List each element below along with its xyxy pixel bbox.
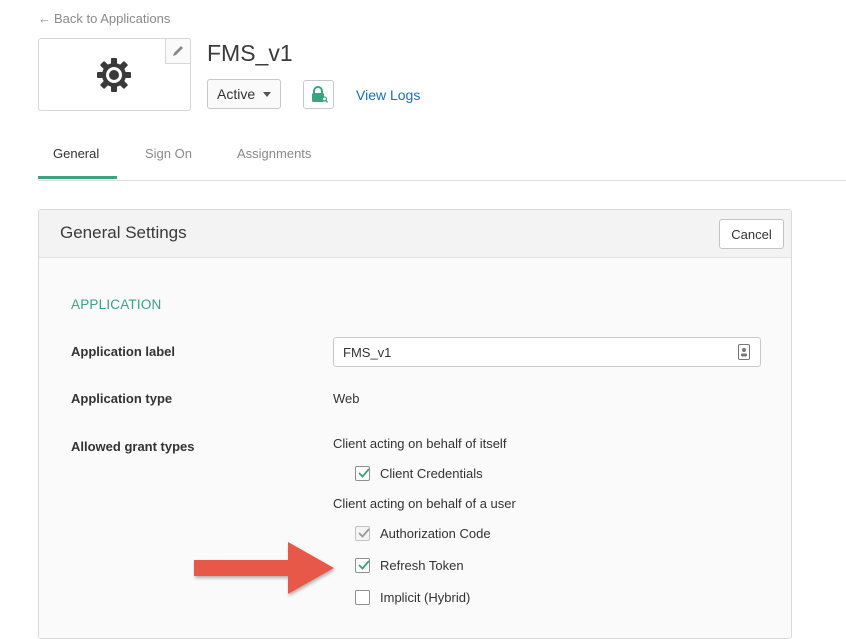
contact-card-icon (738, 344, 750, 360)
grant-option-authorization-code: Authorization Code (355, 526, 491, 541)
checkbox-authorization-code (355, 526, 370, 541)
back-link-label: Back to Applications (54, 11, 171, 26)
panel-header: General Settings Cancel (39, 210, 791, 258)
view-logs-link[interactable]: View Logs (356, 87, 420, 103)
grant-option-label: Client Credentials (380, 466, 483, 481)
application-label-input[interactable]: FMS_v1 (333, 337, 761, 367)
edit-logo-button[interactable] (165, 38, 191, 64)
grant-option-refresh-token[interactable]: Refresh Token (355, 558, 464, 573)
status-value: Active (217, 86, 256, 102)
application-type-value: Web (333, 391, 360, 406)
active-tab-indicator (38, 176, 117, 179)
tab-assignments[interactable]: Assignments (237, 146, 311, 161)
grant-option-client-credentials[interactable]: Client Credentials (355, 466, 483, 481)
grant-group-label-itself: Client acting on behalf of itself (333, 436, 507, 451)
checkbox-client-credentials[interactable] (355, 466, 370, 481)
tab-sign-on[interactable]: Sign On (145, 146, 192, 161)
checkbox-refresh-token[interactable] (355, 558, 370, 573)
push-groups-button[interactable] (303, 80, 334, 109)
panel-title: General Settings (60, 223, 187, 242)
back-arrow-icon: ← (38, 11, 51, 26)
tab-bar: General Sign On Assignments (38, 138, 846, 181)
grant-option-label: Refresh Token (380, 558, 464, 573)
checkmark-icon (358, 560, 370, 570)
pencil-icon (173, 46, 183, 56)
grant-option-label: Implicit (Hybrid) (380, 590, 471, 605)
app-name: FMS_v1 (207, 40, 293, 66)
application-type-label: Application type (71, 391, 173, 406)
application-label-value: FMS_v1 (343, 344, 392, 360)
cancel-button[interactable]: Cancel (719, 219, 784, 249)
checkmark-icon (358, 528, 370, 538)
checkbox-implicit-hybrid[interactable] (355, 590, 370, 605)
chevron-down-icon (263, 92, 271, 97)
application-label-label: Application label (71, 344, 176, 359)
general-settings-panel: General Settings Cancel APPLICATION Appl… (38, 209, 792, 639)
allowed-grant-types-label: Allowed grant types (71, 439, 195, 454)
back-to-applications-link[interactable]: ← Back to Applications (38, 11, 170, 26)
grant-group-label-user: Client acting on behalf of a user (333, 496, 516, 511)
checkmark-icon (358, 468, 370, 478)
status-dropdown[interactable]: Active (207, 79, 281, 109)
app-logo (38, 38, 191, 111)
grant-option-label: Authorization Code (380, 526, 491, 541)
section-heading-application: APPLICATION (71, 297, 162, 312)
tab-general[interactable]: General (53, 146, 99, 161)
grant-option-implicit-hybrid[interactable]: Implicit (Hybrid) (355, 590, 470, 605)
lock-key-icon (311, 85, 328, 103)
annotation-arrow-icon (194, 542, 334, 594)
gear-icon (97, 58, 131, 92)
